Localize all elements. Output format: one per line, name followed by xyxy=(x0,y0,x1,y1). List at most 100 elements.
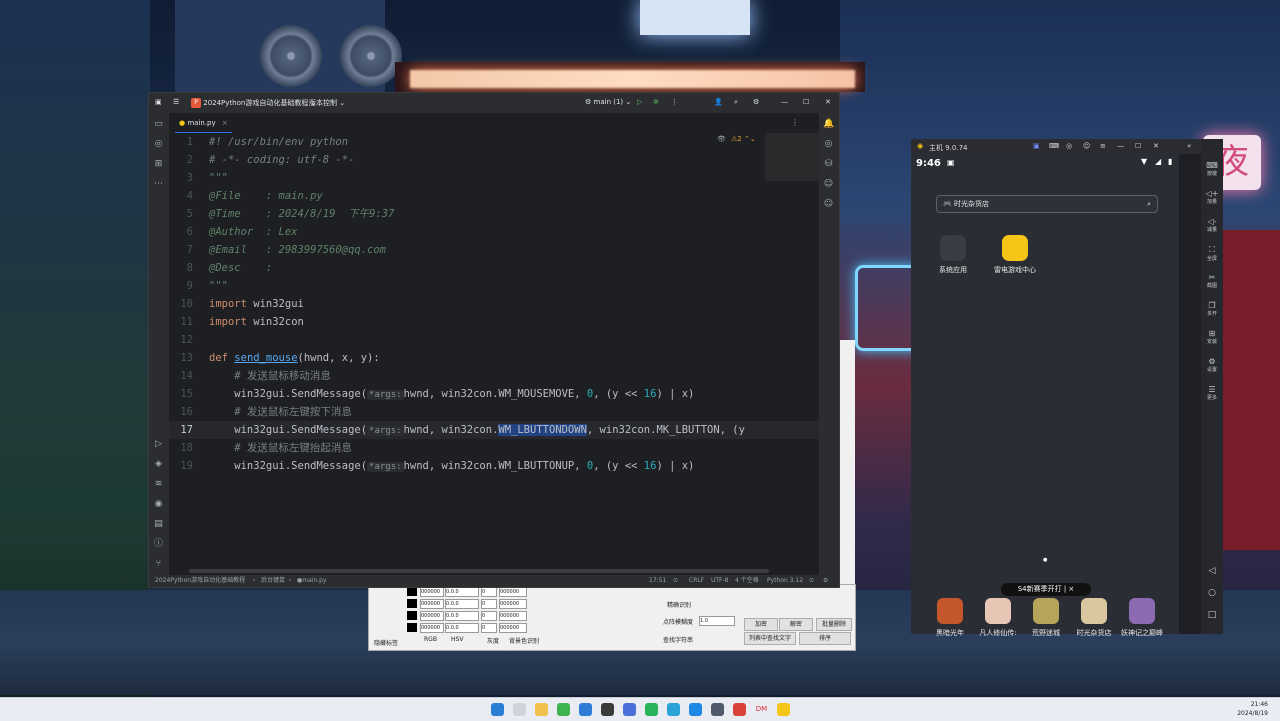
horizontal-scrollbar[interactable] xyxy=(189,569,769,573)
game-center-icon[interactable] xyxy=(1002,235,1028,261)
screenshot-button[interactable]: ✂ 截图 xyxy=(1201,273,1223,289)
app-icon[interactable] xyxy=(711,703,724,716)
game-icon-yaoshen[interactable] xyxy=(1129,598,1155,624)
reader-mode-icon[interactable]: 👁 xyxy=(717,135,726,143)
breadcrumb-file[interactable]: ● main.py xyxy=(297,575,327,587)
offset-field[interactable]: 0.0.0 xyxy=(445,599,479,609)
breadcrumb-folder[interactable]: 后台键鼠 xyxy=(261,575,285,587)
services-icon[interactable]: ◉ xyxy=(153,499,164,510)
editor-minimap[interactable] xyxy=(765,133,819,181)
extension-icon[interactable]: ☺ xyxy=(823,199,834,210)
hsv-radio[interactable]: HSV xyxy=(451,636,463,643)
run-tool-icon[interactable]: ▷ xyxy=(153,439,164,450)
offset-field[interactable]: 0.0.0 xyxy=(445,623,479,633)
app-icon[interactable] xyxy=(623,703,636,716)
fullscreen-button[interactable]: ⛶ 全屏 xyxy=(1201,245,1223,262)
python-packages-icon[interactable]: ◈ xyxy=(153,459,164,470)
indent-setting[interactable]: 4 个空格 xyxy=(735,575,759,587)
task-view-icon[interactable] xyxy=(513,703,526,716)
search-icon[interactable]: ⌕ xyxy=(734,98,738,107)
num-field[interactable]: 0 xyxy=(481,623,497,633)
color-field[interactable]: 000000 xyxy=(420,587,444,597)
color-field[interactable]: 000000 xyxy=(499,587,527,597)
batch-delete-button[interactable]: 批量删除 xyxy=(816,618,852,631)
app-icon[interactable] xyxy=(667,703,680,716)
keymap-button[interactable]: ⌨ 按键 xyxy=(1201,161,1223,177)
back-icon[interactable]: ◁ xyxy=(1201,566,1223,576)
home-icon[interactable]: ○ xyxy=(1201,588,1223,598)
game-icon-shiguang[interactable] xyxy=(1081,598,1107,624)
main-menu-icon[interactable]: ☰ xyxy=(173,98,179,106)
run-config-dropdown[interactable]: ⚙ main (1) ⌄ xyxy=(585,98,631,106)
user-icon[interactable]: ◎ xyxy=(1066,142,1072,150)
decrypt-button[interactable]: 解密 xyxy=(779,618,813,631)
line-separator[interactable]: CRLF xyxy=(689,575,704,587)
sort-button[interactable]: 排序 xyxy=(799,632,851,645)
settings-button[interactable]: ⚙ 设置 xyxy=(1201,357,1223,373)
structure-icon[interactable]: ⊞ xyxy=(153,159,164,170)
system-clock[interactable]: 21:46 2024/8/19 xyxy=(1237,700,1268,718)
breadcrumb-project[interactable]: 2024Python游戏自动化基础教程 xyxy=(155,575,245,587)
num-field[interactable]: 0 xyxy=(481,611,497,621)
game-icon-huangye[interactable] xyxy=(1033,598,1059,624)
vscode-icon[interactable] xyxy=(579,703,592,716)
menu-icon[interactable]: ≡ xyxy=(1100,142,1106,150)
code-editor[interactable]: 👁 ⚠2 ⌃⌄ 1 2 3 4 5 6 7 8 9 10 11 12 13 14… xyxy=(169,133,819,565)
problems-icon[interactable]: ⓘ xyxy=(153,539,164,550)
start-menu-icon[interactable] xyxy=(491,703,504,716)
maximize-button[interactable]: ☐ xyxy=(803,98,809,106)
app-search-bar[interactable]: 🎮 时光杂货店 ⌕ xyxy=(936,195,1158,213)
app-icon[interactable] xyxy=(733,703,746,716)
hide-label-checkbox[interactable]: 隐藏标签 xyxy=(374,638,398,647)
inspection-warning[interactable]: ⚠2 ⌃⌄ xyxy=(731,135,756,143)
collapse-sidebar-icon[interactable]: « xyxy=(1187,142,1191,150)
more-tools-icon[interactable]: ⋯ xyxy=(153,179,164,190)
promo-banner[interactable]: S4新赛季开打 | × xyxy=(1001,583,1091,596)
multi-instance-button[interactable]: ❐ 多开 xyxy=(1201,301,1223,317)
project-folder-icon[interactable]: ▭ xyxy=(153,119,164,130)
similarity-input[interactable]: 1.0 xyxy=(699,616,735,626)
lock-icon[interactable]: ⊙ xyxy=(673,575,678,587)
minimize-button[interactable]: — xyxy=(781,98,788,106)
volume-down-button[interactable]: ◁- 减量 xyxy=(1201,217,1223,233)
pycharm-icon[interactable] xyxy=(601,703,614,716)
copilot-icon[interactable]: ☺ xyxy=(823,179,834,190)
file-encoding[interactable]: UTF-8 xyxy=(711,575,729,587)
install-button[interactable]: ⊞ 安装 xyxy=(1201,329,1223,345)
ai-assistant-icon[interactable]: ◎ xyxy=(823,139,834,150)
num-field[interactable]: 0 xyxy=(481,599,497,609)
precise-checkbox[interactable]: 精确识别 xyxy=(667,600,691,609)
color-field[interactable]: 000000 xyxy=(420,623,444,633)
maximize-button[interactable]: ☐ xyxy=(1135,142,1141,150)
more-actions-icon[interactable]: ⋮ xyxy=(671,98,678,106)
game-icon-fanren[interactable] xyxy=(985,598,1011,624)
more-button[interactable]: ☰ 更多 xyxy=(1201,385,1223,401)
caret-position[interactable]: 17:51 xyxy=(649,575,666,587)
edge-icon[interactable] xyxy=(689,703,702,716)
bg-color-checkbox[interactable]: 背景色识别 xyxy=(509,636,539,645)
system-apps-icon[interactable] xyxy=(940,235,966,261)
close-button[interactable]: ✕ xyxy=(825,98,831,106)
pycharm-ce-icon[interactable] xyxy=(557,703,570,716)
volume-up-button[interactable]: ◁+ 加量 xyxy=(1201,189,1223,205)
minimize-button[interactable]: — xyxy=(1117,142,1124,150)
search-icon[interactable]: ⌕ xyxy=(1147,196,1151,212)
git-icon[interactable]: ⑂ xyxy=(153,559,164,570)
color-field[interactable]: 000000 xyxy=(420,611,444,621)
dm-app-icon[interactable]: DM xyxy=(755,703,768,716)
run-icon[interactable]: ▷ xyxy=(637,98,642,106)
settings-icon[interactable]: ⚙ xyxy=(753,98,759,106)
project-switcher[interactable]: P 2024Python游戏自动化基础教程 ⌄ xyxy=(191,98,316,108)
color-field[interactable]: 000000 xyxy=(499,611,527,621)
color-field[interactable]: 000000 xyxy=(420,599,444,609)
tab-close-icon[interactable]: × xyxy=(222,119,228,127)
close-icon[interactable]: | × xyxy=(1064,585,1074,593)
tab-more-icon[interactable]: ⋮ xyxy=(791,118,799,127)
encrypt-button[interactable]: 加密 xyxy=(744,618,778,631)
app-icon[interactable] xyxy=(645,703,658,716)
gray-radio[interactable]: 灰度 xyxy=(487,636,499,645)
layers-icon[interactable]: ≋ xyxy=(153,479,164,490)
vcs-status-icon[interactable]: ⊙ xyxy=(809,575,814,587)
emulator-tool-icon[interactable]: ▣ xyxy=(1033,142,1040,150)
ldplayer-icon[interactable] xyxy=(777,703,790,716)
